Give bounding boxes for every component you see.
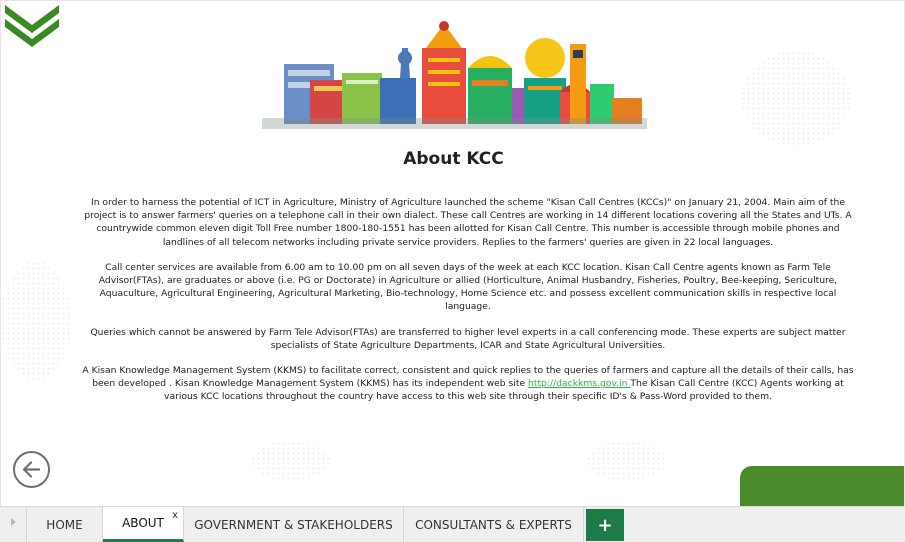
tab-bar: HOME ABOUT x GOVERNMENT & STAKEHOLDERS CO… [0, 506, 905, 542]
about-content: In order to harness the potential of ICT… [77, 196, 859, 416]
add-tab-button[interactable]: + [586, 509, 624, 541]
tab-label: CONSULTANTS & EXPERTS [415, 517, 572, 532]
decorative-dot-pattern [1, 261, 71, 381]
page-title: About KCC [403, 149, 504, 169]
back-arrow-icon [22, 461, 41, 478]
kcc-banner-image [262, 18, 647, 129]
decorative-dot-pattern [741, 51, 851, 146]
tab-label: HOME [46, 517, 83, 532]
about-paragraph: A Kisan Knowledge Management System (KKM… [77, 364, 859, 404]
kkms-link[interactable]: http://dackkms.gov.in [528, 378, 630, 389]
tab-label: GOVERNMENT & STAKEHOLDERS [194, 517, 393, 532]
tab-about[interactable]: ABOUT x [103, 507, 184, 542]
tab-scroll-left-icon[interactable] [0, 507, 27, 542]
decorative-dot-pattern [251, 441, 331, 481]
decorative-dot-pattern [586, 441, 666, 481]
tab-close-icon[interactable]: x [172, 510, 178, 521]
tab-home[interactable]: HOME [27, 507, 103, 542]
about-paragraph: In order to harness the potential of ICT… [84, 197, 852, 248]
back-button[interactable] [13, 451, 50, 488]
green-panel-tab [740, 466, 904, 507]
tab-label: ABOUT [122, 516, 164, 530]
about-paragraph: Queries which cannot be answered by Farm… [90, 326, 846, 351]
chevron-logo-icon[interactable] [3, 1, 61, 47]
tab-government-stakeholders[interactable]: GOVERNMENT & STAKEHOLDERS [184, 507, 404, 542]
about-paragraph: Call center services are available from … [98, 261, 838, 313]
page-frame: About KCC In order to harness the potent… [0, 0, 905, 508]
tab-consultants-experts[interactable]: CONSULTANTS & EXPERTS [404, 507, 584, 542]
